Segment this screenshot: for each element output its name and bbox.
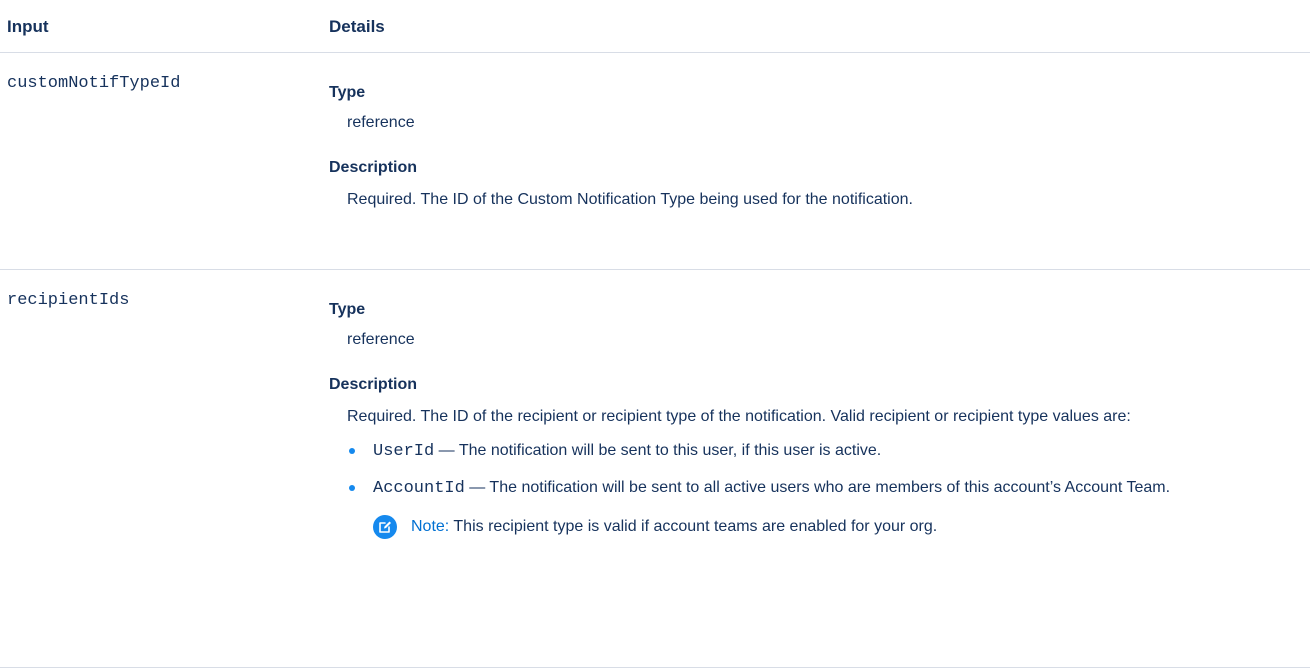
description-label: Description [329,159,418,176]
table-header: Input Details [0,0,1310,53]
table-row: recipientIds Type reference Description … [0,270,1310,668]
type-value: reference [347,114,415,131]
parameter-table: Input Details customNotifTypeId Type ref… [0,0,1310,668]
column-header-input: Input [7,17,49,36]
table-row: customNotifTypeId Type reference Descrip… [0,53,1310,270]
bullet-code: AccountId [373,479,465,498]
param-details: Type reference Description Required. The… [329,299,1289,541]
description-label: Description [329,376,418,393]
bullet-icon [349,448,355,454]
param-details: Type reference Description Required. The… [329,82,1289,214]
column-header-details: Details [329,17,385,36]
param-name: recipientIds [7,291,130,310]
recipient-type-list: UserId — The notification will be sent t… [329,437,1289,503]
type-label: Type [329,84,366,101]
bullet-text: — The notification will be sent to this … [434,442,882,459]
note-label: Note: [411,518,450,535]
type-value: reference [347,331,415,348]
bullet-text: — The notification will be sent to all a… [464,479,1171,496]
list-item: UserId — The notification will be sent t… [347,437,1289,466]
param-name: customNotifTypeId [7,74,181,93]
note-callout: Note: This recipient type is valid if ac… [373,513,1289,541]
note-text: This recipient type is valid if account … [453,518,938,535]
description-text: Required. The ID of the recipient or rec… [347,408,1131,425]
type-label: Type [329,301,366,318]
edit-note-icon [373,515,397,539]
bullet-icon [349,485,355,491]
list-item: AccountId — The notification will be sen… [347,474,1289,503]
bullet-code: UserId [373,442,435,461]
description-text: Required. The ID of the Custom Notificat… [347,191,913,208]
